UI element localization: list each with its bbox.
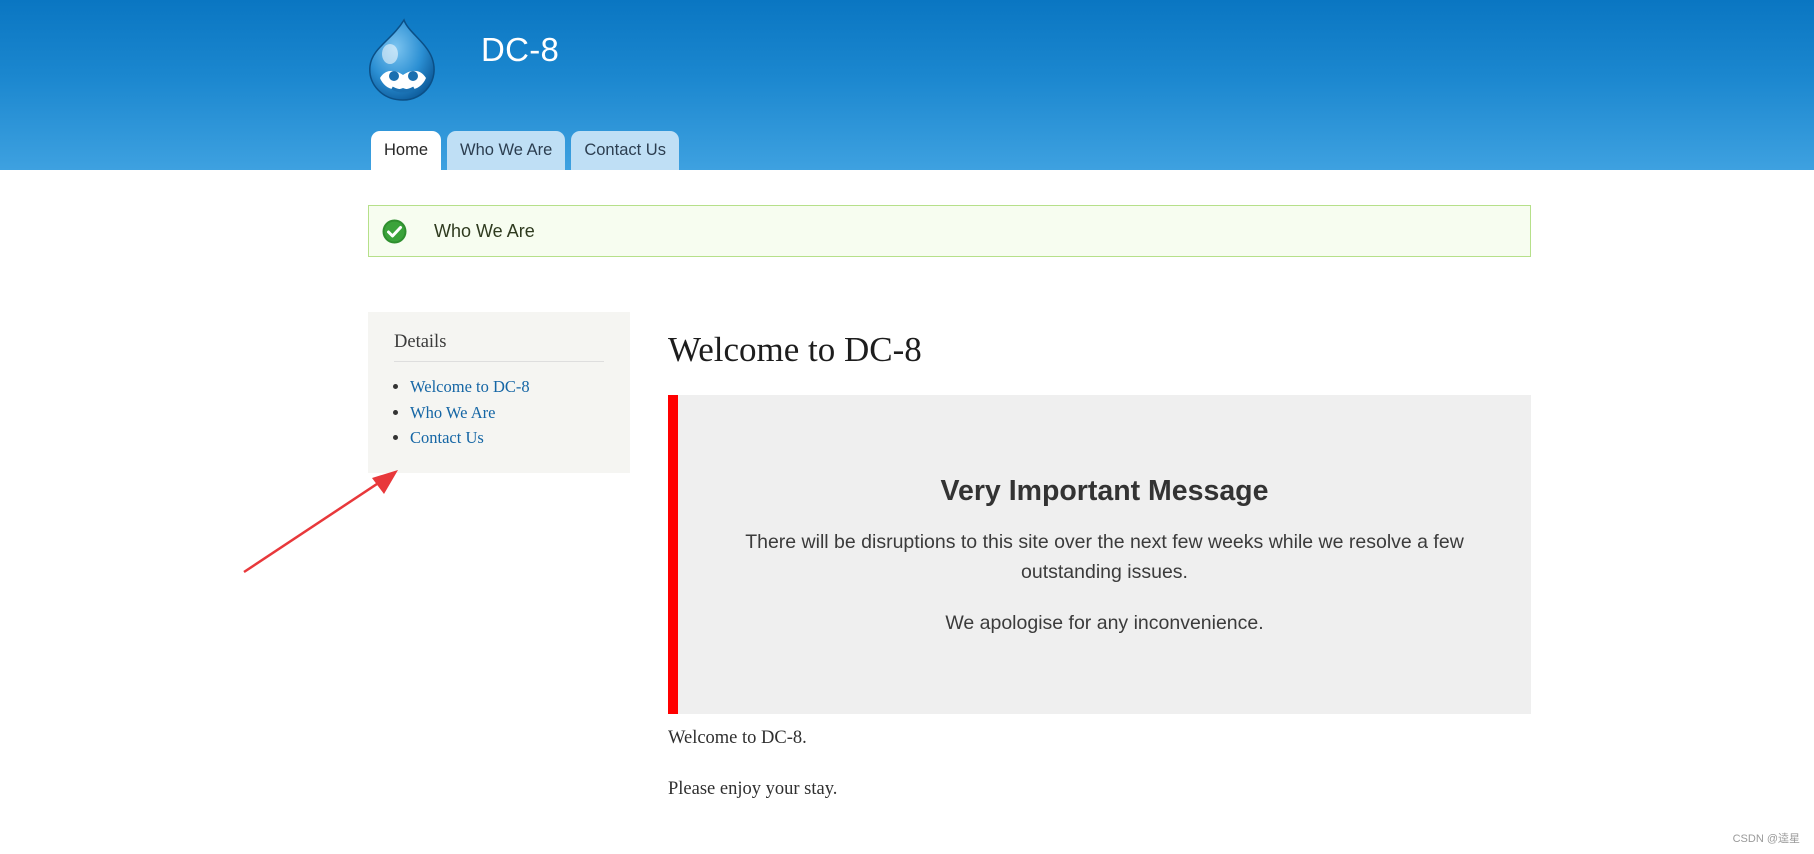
primary-nav: Home Who We Are Contact Us bbox=[371, 131, 679, 170]
enjoy-paragraph: Please enjoy your stay. bbox=[668, 779, 838, 799]
welcome-paragraph: Welcome to DC-8. bbox=[668, 728, 807, 748]
tab-who-we-are[interactable]: Who We Are bbox=[447, 131, 566, 170]
tab-home[interactable]: Home bbox=[371, 131, 442, 170]
check-circle-icon bbox=[382, 219, 407, 243]
watermark: CSDN @逵星 bbox=[1732, 833, 1800, 845]
status-message: Who We Are bbox=[368, 205, 1531, 257]
list-item: Contact Us bbox=[410, 425, 604, 451]
status-text: Who We Are bbox=[434, 220, 535, 241]
site-name[interactable]: DC-8 bbox=[481, 31, 559, 69]
sidebar-link-contact-us[interactable]: Contact Us bbox=[410, 428, 484, 447]
sidebar-link-who-we-are[interactable]: Who We Are bbox=[410, 403, 495, 422]
important-notice: Very Important Message There will be dis… bbox=[668, 395, 1531, 714]
tab-contact-us[interactable]: Contact Us bbox=[571, 131, 679, 170]
notice-apology: We apologise for any inconvenience. bbox=[945, 612, 1264, 634]
notice-title: Very Important Message bbox=[940, 475, 1269, 507]
list-item: Welcome to DC-8 bbox=[410, 374, 604, 400]
sidebar-details: Details Welcome to DC-8 Who We Are Conta… bbox=[368, 312, 630, 473]
notice-text: There will be disruptions to this site o… bbox=[745, 531, 1464, 583]
sidebar-link-welcome[interactable]: Welcome to DC-8 bbox=[410, 377, 530, 396]
annotation-arrow-icon bbox=[243, 470, 398, 574]
list-item: Who We Are bbox=[410, 400, 604, 426]
sidebar-title: Details bbox=[394, 332, 604, 362]
page-title: Welcome to DC-8 bbox=[668, 330, 922, 369]
sidebar-list: Welcome to DC-8 Who We Are Contact Us bbox=[394, 374, 604, 451]
drupal-drop-icon[interactable] bbox=[366, 18, 440, 102]
site-header: DC-8 Home Who We Are Contact Us bbox=[0, 0, 1814, 170]
